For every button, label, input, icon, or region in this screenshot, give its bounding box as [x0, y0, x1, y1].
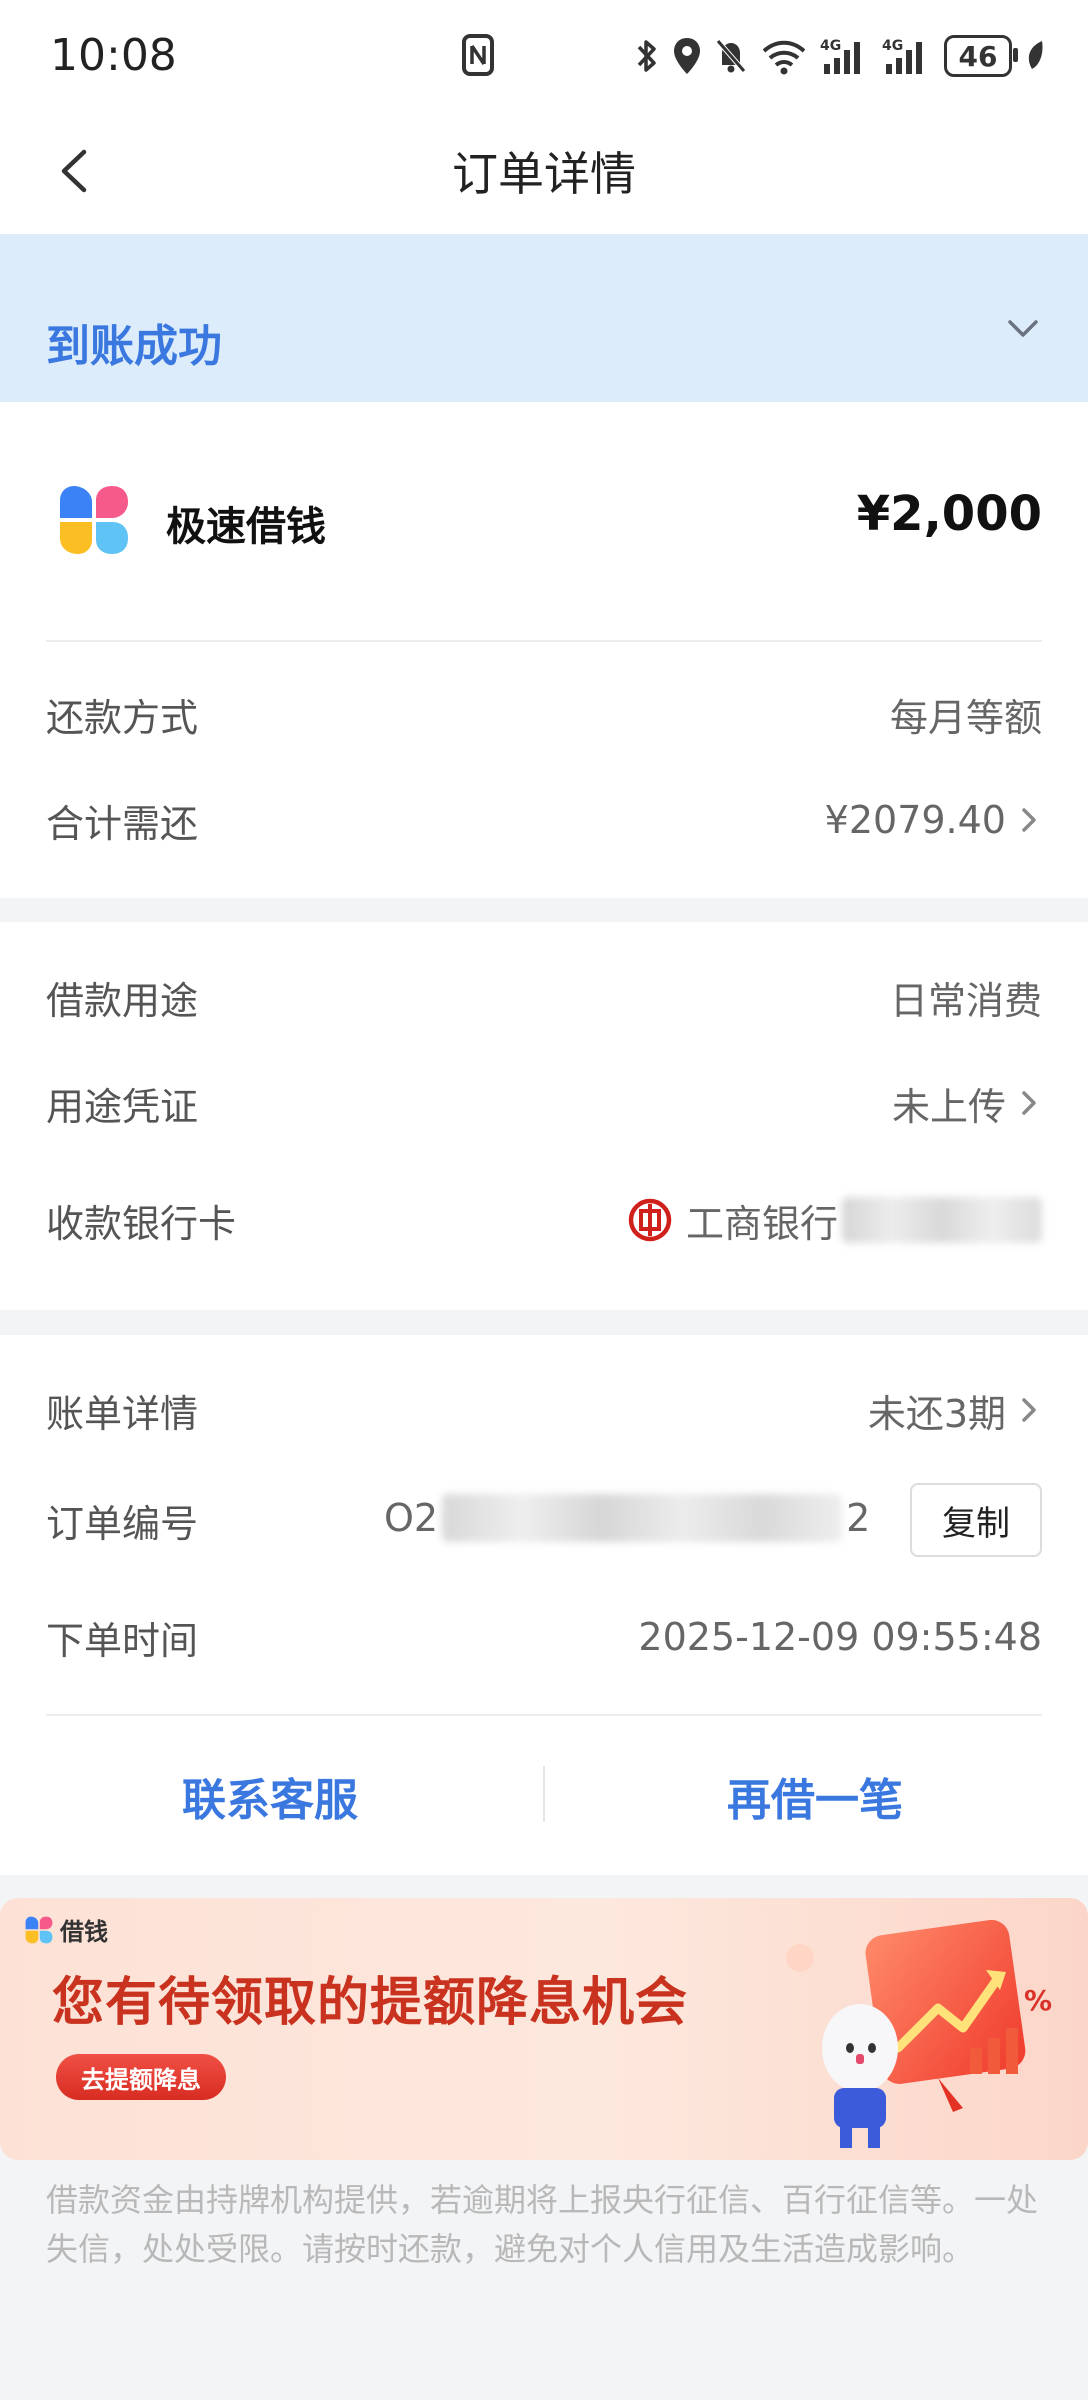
purpose-value: 日常消费 [889, 978, 1042, 1023]
bank-card-row: 收款银行卡 工商银行 [46, 1190, 1042, 1250]
bill-detail-value-wrap: 未还3期 [868, 1383, 1042, 1438]
promo-title: 您有待领取的提额降息机会 [52, 1973, 689, 2033]
repayment-method-label: 还款方式 [46, 695, 199, 740]
purpose-label: 借款用途 [46, 978, 199, 1023]
bank-card-label: 收款银行卡 [46, 1201, 237, 1246]
nav-bar: 订单详情 [0, 110, 1088, 234]
order-number-row: 订单编号 [46, 1490, 346, 1550]
purpose-proof-value: 未上传 [891, 1084, 1006, 1129]
mascot-illustration: % [786, 1919, 1052, 2148]
chevron-down-icon[interactable] [998, 304, 1048, 354]
promo-tag-text: 借钱 [60, 1918, 108, 1946]
borrow-again-button[interactable]: 再借一笔 [625, 1764, 1005, 1828]
battery-level: 46 [958, 39, 998, 73]
order-time-value: 2025-12-09 09:55:48 [638, 1615, 1042, 1659]
order-time-label: 下单时间 [46, 1618, 199, 1663]
order-number-prefix: O2 [384, 1496, 439, 1540]
repayment-method-value: 每月等额 [889, 695, 1042, 740]
bank-name: 工商银行 [685, 1201, 838, 1246]
divider [46, 640, 1042, 642]
promo-banner[interactable]: 借钱 您有待领取的提额降息机会 去提额降息 % [0, 1898, 1088, 2160]
total-repay-row[interactable]: 合计需还 ¥2079.40 [46, 790, 1042, 850]
four-petal-logo-icon [60, 486, 128, 554]
status-icons: 4G 4G 46 [634, 28, 1046, 84]
order-number-suffix: 2 [846, 1496, 871, 1540]
raise-limit-button[interactable]: 去提额降息 [56, 2054, 226, 2100]
masked-card-number [842, 1197, 1042, 1243]
icbc-bank-icon [628, 1198, 672, 1242]
order-number-value: O2 2 [384, 1494, 870, 1542]
product-name: 极速借钱 [166, 504, 326, 550]
order-number-label: 订单编号 [46, 1501, 199, 1546]
purpose-proof-value-wrap: 未上传 [892, 1076, 1042, 1131]
chevron-right-icon [1022, 1091, 1036, 1115]
total-repay-label: 合计需还 [46, 801, 199, 846]
loan-amount: ¥2,000 [856, 486, 1042, 542]
mute-bell-icon [716, 39, 746, 73]
action-separator [543, 1766, 545, 1822]
status-time: 10:08 [50, 30, 177, 81]
status-banner[interactable]: 到账成功 [0, 234, 1088, 402]
status-bar: 10:08 4G 4G 46 [0, 0, 1088, 110]
page-title: 订单详情 [452, 147, 636, 201]
purpose-proof-label: 用途凭证 [46, 1084, 199, 1129]
wifi-icon [762, 40, 806, 75]
svg-text:4G: 4G [820, 38, 841, 54]
bluetooth-icon [637, 40, 656, 72]
svg-text:4G: 4G [882, 38, 903, 54]
percent-icon: % [1024, 1984, 1052, 2017]
order-time-row: 下单时间 2025-12-09 09:55:48 [46, 1607, 1042, 1667]
bill-detail-row[interactable]: 账单详情 未还3期 [46, 1380, 1042, 1440]
contact-service-button[interactable]: 联系客服 [80, 1764, 460, 1828]
signal-4g-icon: 4G [820, 38, 860, 74]
total-repay-value: ¥2079.40 [824, 798, 1006, 842]
leaf-icon [1028, 41, 1043, 69]
signal-4g-icon-2: 4G [882, 38, 922, 74]
bill-detail-value: 未还3期 [867, 1391, 1006, 1436]
disclaimer-text: 借款资金由持牌机构提供，若逾期将上报央行征信、百行征信等。一处失信，处处受限。请… [46, 2181, 1039, 2268]
nfc-icon [462, 34, 494, 76]
promo-tag: 借钱 [24, 1912, 108, 1947]
copy-button[interactable]: 复制 [910, 1483, 1042, 1557]
repayment-method-row: 还款方式 每月等额 [46, 684, 1042, 744]
total-repay-value-wrap: ¥2079.40 [825, 798, 1042, 842]
chevron-right-icon [1022, 1398, 1036, 1422]
status-text: 到账成功 [46, 321, 222, 372]
purpose-proof-row[interactable]: 用途凭证 未上传 [46, 1073, 1042, 1133]
divider [46, 1714, 1042, 1716]
masked-order-number [442, 1494, 843, 1542]
battery-icon: 46 [944, 35, 1018, 77]
location-icon [674, 38, 700, 74]
purpose-row: 借款用途 日常消费 [46, 967, 1042, 1027]
chevron-right-icon [1022, 808, 1036, 832]
four-petal-logo-icon [25, 1916, 53, 1943]
bill-detail-label: 账单详情 [46, 1391, 199, 1436]
bank-card-value-wrap: 工商银行 [628, 1193, 1042, 1248]
